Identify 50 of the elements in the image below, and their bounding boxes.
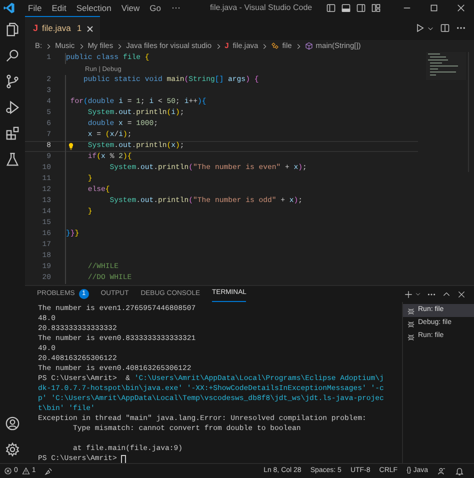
feedback-icon[interactable] bbox=[437, 466, 446, 476]
account-icon[interactable] bbox=[5, 416, 20, 431]
panel-toggle-icon[interactable] bbox=[341, 3, 351, 13]
plus-icon[interactable] bbox=[404, 290, 413, 298]
broadcast-icon[interactable] bbox=[44, 466, 53, 476]
chevron-right-icon bbox=[214, 42, 222, 50]
menu-item[interactable]: Edit bbox=[46, 2, 72, 14]
lightbulb-icon[interactable] bbox=[67, 142, 75, 151]
menu-item[interactable]: Go bbox=[144, 2, 166, 14]
run-debug-icon[interactable] bbox=[5, 100, 20, 115]
secondary-sidebar-icon[interactable] bbox=[356, 3, 366, 13]
class-icon bbox=[271, 42, 280, 50]
chevron-right-icon bbox=[261, 42, 268, 50]
tab-label: file.java bbox=[42, 22, 71, 35]
logo-icon bbox=[3, 2, 15, 14]
extensions-icon[interactable] bbox=[5, 126, 20, 141]
bell-icon[interactable] bbox=[455, 466, 464, 476]
chevron-down-icon[interactable] bbox=[415, 291, 421, 297]
bug-icon bbox=[407, 306, 415, 314]
layout-icon[interactable] bbox=[371, 3, 381, 13]
chevron-right-icon bbox=[45, 42, 52, 50]
menu-item[interactable]: File bbox=[23, 2, 47, 14]
close-icon[interactable] bbox=[86, 24, 94, 32]
chevron-up-icon[interactable] bbox=[442, 290, 451, 298]
chevron-right-icon bbox=[294, 42, 302, 50]
java-file-icon: J bbox=[33, 22, 38, 36]
menu-item[interactable]: View bbox=[116, 2, 145, 14]
window-title: file.java - Visual Studio Code bbox=[210, 2, 312, 14]
editor-tab[interactable]: J file.java 1 bbox=[25, 16, 100, 40]
close-icon[interactable] bbox=[457, 290, 466, 298]
maximize-icon[interactable] bbox=[429, 3, 439, 13]
search-icon[interactable] bbox=[5, 48, 20, 63]
run-icon[interactable] bbox=[415, 23, 425, 33]
bug-icon bbox=[407, 332, 415, 340]
split-editor-icon[interactable] bbox=[440, 23, 450, 33]
menu-item[interactable]: Selection bbox=[71, 2, 116, 14]
chevron-down-icon[interactable] bbox=[427, 24, 434, 32]
cube-icon bbox=[304, 42, 313, 50]
error-icon bbox=[4, 467, 12, 475]
files-icon[interactable] bbox=[5, 22, 20, 37]
source-control-icon[interactable] bbox=[5, 74, 20, 89]
chevron-right-icon bbox=[78, 42, 85, 50]
chevron-right-icon bbox=[116, 42, 124, 50]
close-icon[interactable] bbox=[456, 3, 466, 13]
bug-icon bbox=[407, 320, 415, 328]
warning-icon bbox=[22, 467, 30, 475]
settings-icon[interactable] bbox=[5, 442, 20, 457]
problem-count: 1 bbox=[76, 22, 82, 35]
flask-icon[interactable] bbox=[5, 152, 20, 167]
sidebar-toggle-icon[interactable] bbox=[326, 3, 336, 13]
